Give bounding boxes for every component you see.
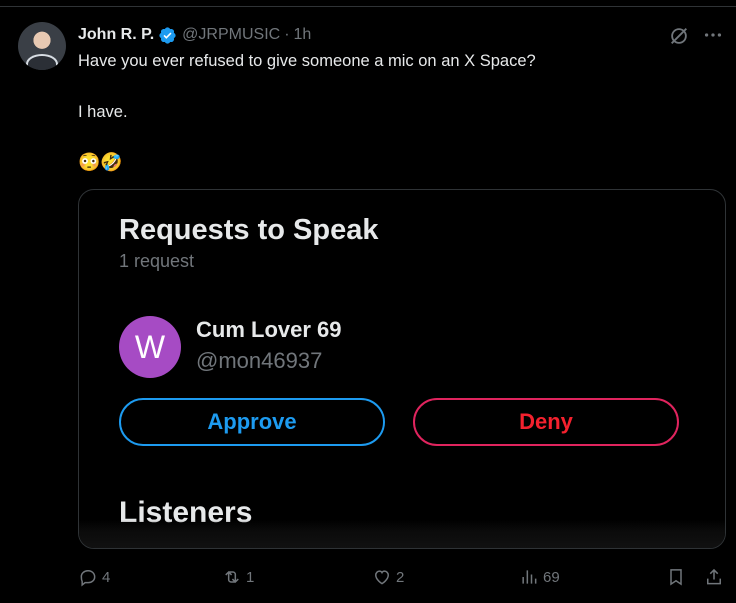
- heart-icon: [374, 570, 390, 585]
- repost-count: 1: [246, 568, 255, 586]
- repost-button[interactable]: 1: [222, 566, 254, 588]
- requester-name: Cum Lover 69: [196, 317, 342, 342]
- deny-button: Deny: [413, 398, 679, 446]
- requester-handle: @mon46937: [196, 348, 323, 373]
- like-count: 2: [396, 568, 405, 586]
- reply-icon: [80, 570, 96, 587]
- more-options-icon[interactable]: [702, 24, 724, 46]
- tweet-header: John R. P. @JRPMUSIC · 1h: [78, 24, 311, 46]
- tweet-text-line2: I have.: [78, 103, 128, 121]
- requests-title: Requests to Speak: [119, 214, 379, 246]
- author-name[interactable]: John R. P.: [78, 26, 154, 44]
- approve-button: Approve: [119, 398, 385, 446]
- tweet-time[interactable]: 1h: [294, 26, 312, 44]
- tweet-emoji-line: 😳🤣: [78, 152, 123, 172]
- author-handle[interactable]: @JRPMUSIC: [182, 26, 280, 44]
- separator-dot: ·: [284, 26, 290, 43]
- bookmark-icon: [670, 569, 682, 586]
- attached-image[interactable]: Requests to Speak 1 request W Cum Lover …: [78, 189, 726, 549]
- tweet-text-line1: Have you ever refused to give someone a …: [78, 52, 536, 70]
- requester-avatar: W: [119, 316, 181, 378]
- reply-button[interactable]: 4: [78, 566, 110, 588]
- share-icon: [707, 568, 721, 585]
- requests-count: 1 request: [119, 251, 195, 271]
- bookmark-button[interactable]: [666, 566, 690, 588]
- reply-count: 4: [102, 568, 111, 586]
- repost-icon: [225, 570, 239, 584]
- like-button[interactable]: 2: [372, 566, 404, 588]
- bottom-fade: [79, 520, 725, 548]
- views-icon: [522, 570, 537, 584]
- verified-badge-icon: [158, 26, 177, 45]
- top-divider: [0, 6, 736, 7]
- views-count: 69: [543, 568, 560, 586]
- tweet-actions: 4 1 2 69: [78, 566, 724, 588]
- share-button[interactable]: [704, 566, 728, 588]
- grok-icon[interactable]: [668, 25, 690, 47]
- views-button[interactable]: 69: [519, 566, 560, 588]
- author-avatar[interactable]: [18, 22, 66, 70]
